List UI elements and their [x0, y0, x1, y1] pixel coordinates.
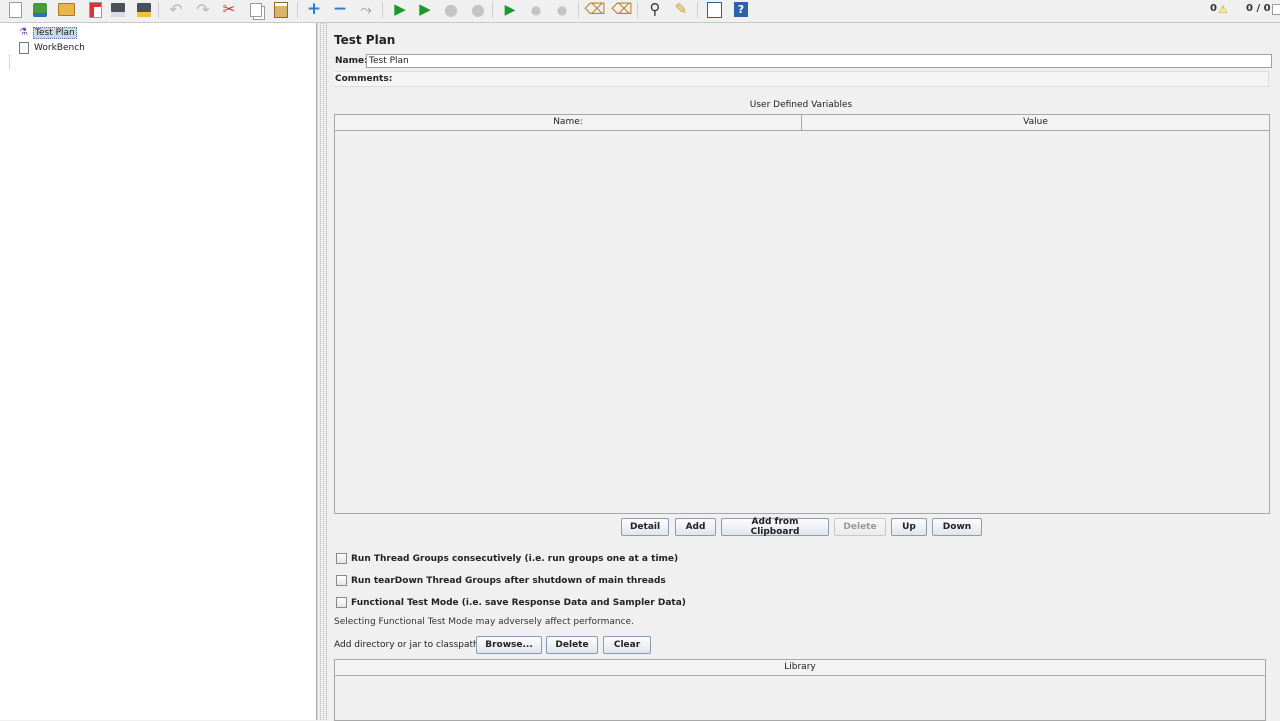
undo-icon[interactable]: ↶ — [166, 0, 186, 19]
remote-shutdown-all-icon[interactable]: ● — [552, 0, 572, 19]
clear-icon[interactable]: ⌫ — [584, 0, 605, 19]
variables-table[interactable]: Name: Value — [334, 114, 1270, 514]
start-no-pauses-icon[interactable]: ▶ — [415, 0, 435, 19]
save-as-icon[interactable] — [134, 0, 154, 19]
classpath-label: Add directory or jar to classpath — [334, 640, 479, 650]
new-icon[interactable] — [5, 0, 25, 19]
copy-icon[interactable] — [246, 0, 266, 19]
expand-all-icon[interactable]: + — [304, 0, 324, 19]
running-indicator — [1272, 4, 1280, 15]
column-header-library[interactable]: Library — [335, 660, 1265, 676]
tree-item-workbench[interactable]: WorkBench — [18, 41, 86, 54]
remote-start-all-icon[interactable]: ▶ — [500, 0, 520, 19]
name-field[interactable] — [366, 54, 1272, 68]
workbench-icon — [18, 42, 29, 53]
functional-test-mode-checkbox[interactable] — [336, 597, 347, 608]
table-header: Name: Value — [335, 115, 1269, 131]
browse-button[interactable]: Browse... — [476, 636, 542, 654]
main-toolbar: ↶ ↷ ✂ + − ⤳ ▶ ▶ ● ● ▶ ● ● ⌫ ⌫ ⚲ ✎ 0 ⚠ 0 … — [0, 0, 1280, 23]
remote-stop-all-icon[interactable]: ● — [526, 0, 546, 19]
user-defined-variables-title: User Defined Variables — [749, 100, 853, 110]
performance-note: Selecting Functional Test Mode may adver… — [334, 617, 634, 627]
reset-search-icon[interactable]: ✎ — [671, 0, 691, 19]
classpath-delete-button[interactable]: Delete — [546, 636, 598, 654]
divider-grip[interactable] — [320, 23, 324, 720]
cut-icon[interactable]: ✂ — [219, 0, 239, 19]
run-consecutively-checkbox[interactable] — [336, 553, 347, 564]
toolbar-separator — [382, 2, 383, 18]
teardown-after-shutdown-checkbox-row[interactable]: Run tearDown Thread Groups after shutdow… — [336, 574, 666, 587]
clear-all-icon[interactable]: ⌫ — [611, 0, 632, 19]
page-title: Test Plan — [334, 33, 396, 47]
save-icon[interactable] — [108, 0, 128, 19]
checkbox-label: Run Thread Groups consecutively (i.e. ru… — [351, 553, 679, 564]
comments-field[interactable] — [334, 71, 1269, 87]
toolbar-separator — [492, 2, 493, 18]
add-button[interactable]: Add — [675, 518, 716, 536]
search-icon[interactable]: ⚲ — [645, 0, 665, 19]
tree-connector — [9, 55, 11, 69]
toolbar-separator — [297, 2, 298, 18]
collapse-all-icon[interactable]: − — [330, 0, 350, 19]
toggle-icon[interactable]: ⤳ — [356, 0, 376, 19]
teardown-after-shutdown-checkbox[interactable] — [336, 575, 347, 586]
tree-item-test-plan[interactable]: ⚗ Test Plan — [18, 26, 77, 39]
toolbar-separator — [697, 2, 698, 18]
run-consecutively-checkbox-row[interactable]: Run Thread Groups consecutively (i.e. ru… — [336, 552, 678, 565]
checkbox-label: Functional Test Mode (i.e. save Response… — [351, 597, 686, 608]
functional-test-mode-checkbox-row[interactable]: Functional Test Mode (i.e. save Response… — [336, 596, 686, 609]
tree-item-label: Test Plan — [33, 26, 77, 39]
error-count: 0 — [1210, 3, 1217, 14]
test-plan-panel: Test Plan Name: Comments: User Defined V… — [326, 23, 1280, 721]
toolbar-separator — [637, 2, 638, 18]
open-icon[interactable] — [56, 0, 76, 19]
delete-button[interactable]: Delete — [834, 518, 886, 536]
paste-icon[interactable] — [271, 0, 291, 19]
tree-item-label: WorkBench — [34, 42, 85, 53]
column-header-value[interactable]: Value — [802, 115, 1269, 130]
toolbar-separator — [578, 2, 579, 18]
test-plan-icon: ⚗ — [19, 27, 28, 38]
shutdown-icon[interactable]: ● — [468, 0, 488, 19]
redo-icon[interactable]: ↷ — [193, 0, 213, 19]
library-table[interactable]: Library — [334, 659, 1266, 721]
checkbox-label: Run tearDown Thread Groups after shutdow… — [351, 575, 666, 586]
stop-icon[interactable]: ● — [441, 0, 461, 19]
function-helper-icon[interactable] — [704, 0, 724, 19]
help-icon[interactable] — [731, 0, 751, 19]
test-plan-tree[interactable]: ⚗ Test Plan WorkBench — [0, 23, 317, 720]
toolbar-separator — [158, 2, 159, 18]
comments-label: Comments: — [335, 74, 393, 84]
add-from-clipboard-button[interactable]: Add from Clipboard — [721, 517, 829, 537]
templates-icon[interactable] — [30, 0, 50, 19]
down-button[interactable]: Down — [932, 518, 982, 536]
up-button[interactable]: Up — [891, 518, 927, 536]
close-icon[interactable] — [85, 0, 105, 19]
start-icon[interactable]: ▶ — [390, 0, 410, 19]
warning-icon[interactable]: ⚠ — [1218, 3, 1228, 16]
classpath-clear-button[interactable]: Clear — [603, 636, 651, 654]
active-threads-count: 0 / 0 — [1246, 3, 1271, 14]
column-header-name[interactable]: Name: — [335, 115, 801, 130]
name-label: Name: — [335, 56, 368, 66]
detail-button[interactable]: Detail — [621, 518, 669, 536]
